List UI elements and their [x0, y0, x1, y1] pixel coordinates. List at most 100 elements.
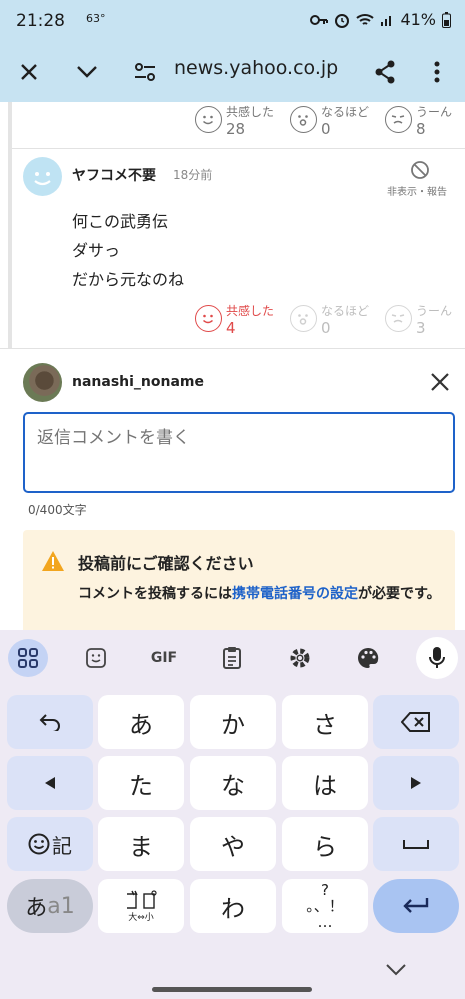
browser-toolbar: news.yahoo.co.jp: [0, 44, 465, 102]
cursor-left-key[interactable]: [7, 756, 93, 810]
thread-line: [8, 102, 12, 348]
key-ka[interactable]: か: [190, 695, 276, 749]
comment-username[interactable]: ヤフコメ不要: [72, 165, 156, 185]
status-temperature: 63°: [86, 12, 106, 25]
close-tab-button[interactable]: [11, 54, 47, 90]
hide-report-link[interactable]: 非表示・報告: [387, 183, 447, 198]
surprised-face-icon: [290, 305, 317, 332]
cursor-right-key[interactable]: [373, 756, 459, 810]
minimize-button[interactable]: [69, 54, 105, 90]
apps-icon[interactable]: [8, 639, 48, 677]
emoji-key[interactable]: 記: [7, 817, 93, 871]
enter-icon: [403, 898, 429, 913]
comment-line: だから元なのね: [72, 270, 185, 289]
reaction-hmm-prev[interactable]: うーん 8: [385, 105, 452, 138]
smile-icon: [195, 305, 222, 332]
dakuten-key[interactable]: 大⇔小: [98, 879, 184, 933]
space-icon: [403, 840, 429, 849]
input-mode-key[interactable]: あ a1: [7, 879, 93, 933]
reaction-insight-prev[interactable]: なるほど 0: [290, 105, 369, 138]
emoji-key-label: 記: [52, 833, 72, 858]
enter-key[interactable]: [373, 879, 459, 933]
reply-input[interactable]: [37, 428, 437, 448]
reaction-empathy[interactable]: 共感した 4: [195, 304, 274, 337]
reaction-empathy-prev[interactable]: 共感した 28: [195, 105, 274, 138]
keyboard: GIF あ か さ た な は 記 ま や ら あ a1 大⇔小 わ ? 。、！…: [0, 630, 465, 999]
punctuation-key[interactable]: ? 。、！ …: [282, 879, 368, 933]
frown-face-icon: [385, 305, 412, 332]
reply-username: nanashi_noname: [72, 374, 205, 390]
reply-divider: [0, 348, 465, 349]
more-vert-icon: [434, 61, 440, 83]
comment-line: 何この武勇伝: [72, 212, 169, 231]
char-counter: 0/400文字: [28, 503, 87, 517]
key-ha[interactable]: は: [282, 756, 368, 810]
user-avatar[interactable]: [23, 157, 62, 196]
key-sa[interactable]: さ: [282, 695, 368, 749]
gesture-nav-handle[interactable]: [152, 987, 312, 992]
share-icon: [375, 60, 395, 84]
key-ra[interactable]: ら: [282, 817, 368, 871]
alarm-icon: [335, 13, 350, 28]
phone-settings-link[interactable]: 携帯電話番号の設定: [232, 586, 358, 602]
punct-bottom: …: [317, 913, 333, 931]
mode-label-kana: あ: [25, 896, 48, 921]
dakuten-size-label: 大⇔小: [128, 912, 154, 923]
smile-icon: [195, 106, 222, 133]
emoji-icon: [28, 833, 50, 855]
triangle-right-icon: [411, 777, 421, 789]
close-reply-button[interactable]: [430, 372, 450, 396]
status-icons: 41%: [310, 10, 451, 29]
gif-icon[interactable]: GIF: [144, 640, 184, 676]
hide-report-icon[interactable]: [410, 160, 430, 184]
wifi-icon: [356, 13, 375, 25]
comment-line: ダサっ: [72, 241, 121, 260]
share-button[interactable]: [367, 54, 403, 90]
my-avatar: [23, 363, 62, 402]
signal-icon: [381, 15, 392, 26]
key-ya[interactable]: や: [190, 817, 276, 871]
triangle-left-icon: [45, 777, 55, 789]
battery-percent: 41%: [400, 10, 436, 29]
punct-top: ?: [321, 881, 329, 899]
url-text[interactable]: news.yahoo.co.jp: [174, 57, 338, 79]
mic-icon[interactable]: [416, 637, 458, 679]
hide-keyboard-button[interactable]: [385, 962, 407, 981]
key-wa[interactable]: わ: [190, 879, 276, 933]
reply-textarea[interactable]: [23, 412, 455, 493]
status-bar: 21:28 63° 41%: [0, 0, 465, 44]
tune-icon: [135, 63, 155, 81]
undo-icon: [39, 714, 60, 731]
reaction-insight[interactable]: なるほど 0: [290, 304, 369, 337]
notice-title: 投稿前にご確認ください: [78, 554, 254, 573]
clipboard-icon[interactable]: [212, 640, 252, 676]
mode-label-alpha: a1: [47, 893, 75, 919]
site-settings-button[interactable]: [127, 54, 163, 90]
status-time: 21:28: [16, 11, 65, 31]
settings-icon[interactable]: [280, 640, 320, 676]
key-ta[interactable]: た: [98, 756, 184, 810]
undo-key[interactable]: [7, 695, 93, 749]
page-content: 共感した 28 なるほど 0 うーん 8 ヤフコメ不要 18分前 非表示・報告 …: [0, 102, 465, 630]
more-menu-button[interactable]: [419, 54, 455, 90]
backspace-key[interactable]: [373, 695, 459, 749]
close-icon: [21, 64, 37, 80]
warning-icon: [41, 550, 65, 576]
key-na[interactable]: な: [190, 756, 276, 810]
comment-time: 18分前: [173, 168, 213, 182]
chevron-down-icon: [386, 964, 406, 976]
key-ma[interactable]: ま: [98, 817, 184, 871]
punct-mid: 。、！: [306, 897, 344, 915]
backspace-icon: [401, 712, 430, 732]
space-key[interactable]: [373, 817, 459, 871]
key-a[interactable]: あ: [98, 695, 184, 749]
reaction-hmm[interactable]: うーん 3: [385, 304, 452, 337]
comment-body: 何この武勇伝 ダサっ だから元なのね: [72, 207, 184, 294]
notice-body: コメントを投稿するには携帯電話番号の設定が必要です。: [78, 586, 441, 602]
comment-divider: [12, 148, 465, 149]
dakuten-icon: [127, 889, 157, 909]
sticker-icon[interactable]: [76, 640, 116, 676]
close-icon: [431, 373, 449, 391]
notice-box: 投稿前にご確認ください コメントを投稿するには携帯電話番号の設定が必要です。: [23, 530, 455, 630]
palette-icon[interactable]: [348, 640, 388, 676]
